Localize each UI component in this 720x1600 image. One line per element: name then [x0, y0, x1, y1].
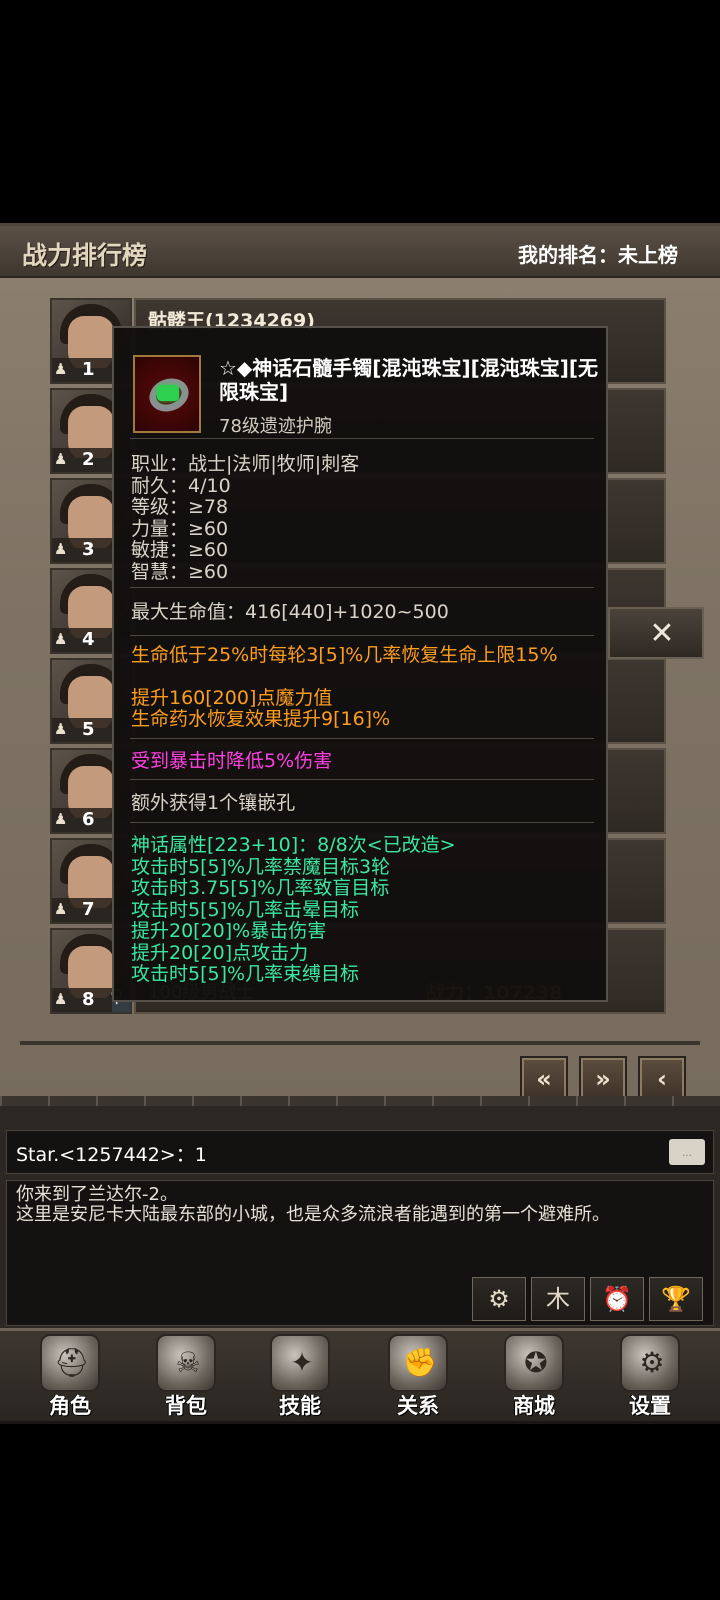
- requirement-line: 力量：≥60: [131, 517, 229, 540]
- rank-tag: ♟ 4: [52, 628, 112, 652]
- game-screen: 战力排行榜 我的排名：未上榜 ♟ 1 骷髅王(1234269) ♟ 2 ♟ 3 ♟ 4 ♟ 5 ♟ 6 ♟…: [0, 0, 720, 1600]
- menu-item-4[interactable]: ✪ 商城: [484, 1334, 584, 1420]
- menu-item-0[interactable]: ⛑ 角色: [20, 1334, 120, 1420]
- mythic-stat: 攻击时5[5]%几率禁魔目标3轮: [131, 855, 391, 878]
- ranking-title: 战力排行榜: [22, 241, 148, 270]
- base-stat: 最大生命值：416[440]+1020~500: [131, 601, 449, 623]
- rank-number: 6: [82, 809, 95, 830]
- separator: [130, 587, 594, 588]
- separator: [130, 738, 594, 739]
- menu-label: 背包: [165, 1394, 207, 1418]
- alarm-clock-icon[interactable]: ⏰: [590, 1277, 644, 1321]
- chat-bubble-icon[interactable]: ...: [669, 1139, 705, 1165]
- chest-icon: ✪: [504, 1334, 564, 1392]
- podium-icon: ♟: [54, 630, 68, 648]
- menu-item-3[interactable]: ✊ 关系: [368, 1334, 468, 1420]
- menu-label: 角色: [49, 1394, 91, 1418]
- mythic-stat: 攻击时5[5]%几率击晕目标: [131, 898, 360, 921]
- podium-icon: ♟: [54, 720, 68, 738]
- menu-item-5[interactable]: ⚙ 设置: [600, 1334, 700, 1420]
- spellbook-icon: ✦: [270, 1334, 330, 1392]
- helmet-icon: ⛑: [40, 1334, 100, 1392]
- requirement-line: 智慧：≥60: [131, 560, 229, 583]
- bonus-stat: 生命低于25%时每轮3[5]%几率恢复生命上限15%: [131, 644, 558, 666]
- podium-icon: ♟: [54, 990, 68, 1008]
- bracelet-icon: [133, 355, 201, 433]
- separator: [130, 822, 594, 823]
- gear-cross-icon[interactable]: ⚙: [472, 1277, 526, 1321]
- separator: [130, 635, 594, 636]
- item-type: 78级遗迹护腕: [219, 416, 332, 437]
- backpack-icon: ☠: [156, 1334, 216, 1392]
- sword-icon[interactable]: 木: [531, 1277, 585, 1321]
- menu-label: 关系: [397, 1394, 439, 1418]
- chest-icon-glyph: ✪: [524, 1346, 548, 1379]
- spellbook-icon-glyph: ✦: [290, 1346, 314, 1379]
- my-rank-value: 未上榜: [618, 243, 678, 267]
- separator: [130, 438, 594, 439]
- menu-label: 技能: [279, 1394, 321, 1418]
- podium-icon: ♟: [54, 540, 68, 558]
- menu-label: 设置: [629, 1394, 671, 1418]
- mythic-stat: 提升20[20]%暴击伤害: [131, 920, 327, 942]
- chat-message-line: 你来到了兰达尔-2。: [16, 1184, 178, 1205]
- requirement-line: 敏捷：≥60: [131, 539, 229, 561]
- handshake-icon-glyph: ✊: [402, 1346, 438, 1379]
- rank-tag: ♟ 3: [52, 538, 112, 562]
- rank-tag: ♟ 8: [52, 988, 112, 1012]
- divider: [20, 1041, 700, 1045]
- close-button[interactable]: ✕: [640, 612, 684, 656]
- handshake-icon: ✊: [388, 1334, 448, 1392]
- podium-icon: ♟: [54, 810, 68, 828]
- my-rank-label: 我的排名：: [518, 243, 618, 267]
- rank-tag: ♟ 6: [52, 808, 112, 832]
- rank-number: 8: [82, 989, 95, 1010]
- rank-number: 5: [82, 719, 95, 740]
- menu-label: 商城: [513, 1394, 555, 1418]
- rank-tag: ♟ 2: [52, 448, 112, 472]
- socket-stat: 额外获得1个镶嵌孔: [131, 792, 296, 814]
- mythic-stat: 攻击时3.75[5]%几率致盲目标: [131, 877, 390, 899]
- rank-number: 2: [82, 449, 95, 470]
- podium-icon: ♟: [54, 360, 68, 378]
- chat-resize-bar[interactable]: [0, 1096, 720, 1106]
- bracelet-gem: [157, 385, 179, 401]
- mythic-stat: 提升20[20]点攻击力: [131, 941, 309, 964]
- bonus-stat: 提升160[200]点魔力值: [131, 687, 333, 709]
- my-rank: 我的排名：未上榜: [518, 239, 678, 268]
- menu-item-2[interactable]: ✦ 技能: [250, 1334, 350, 1420]
- item-tooltip: ☆◆神话石髓手镯[混沌珠宝][混沌珠宝][无限珠宝] 78级遗迹护腕 最大生命值…: [112, 326, 608, 1002]
- ranking-header: 战力排行榜 我的排名：未上榜: [0, 226, 720, 278]
- requirement-line: 耐久：4/10: [131, 474, 231, 497]
- rank-tag: ♟ 1: [52, 358, 112, 382]
- helmet-icon-glyph: ⛑: [54, 1346, 90, 1379]
- rank-tag: ♟ 5: [52, 718, 112, 742]
- chat-input-text: Star.<1257442>：1: [16, 1144, 207, 1166]
- mythic-stat: 攻击时5[5]%几率束缚目标: [131, 963, 360, 985]
- rank-number: 4: [82, 629, 95, 650]
- magenta-stat: 受到暴击时降低5%伤害: [131, 750, 333, 772]
- requirement-line: 等级：≥78: [131, 496, 229, 518]
- backpack-icon-glyph: ☠: [175, 1346, 201, 1379]
- menu-item-1[interactable]: ☠ 背包: [136, 1334, 236, 1420]
- gears-icon: ⚙: [620, 1334, 680, 1392]
- mythic-stat: 神话属性[223+10]：8/8次<已改造>: [131, 834, 456, 856]
- rank-number: 1: [82, 359, 95, 380]
- item-name: ☆◆神话石髓手镯[混沌珠宝][混沌珠宝][无限珠宝]: [219, 356, 599, 404]
- rank-tag: ♟ 7: [52, 898, 112, 922]
- podium-icon: ♟: [54, 900, 68, 918]
- podium-icon: ♟: [54, 450, 68, 468]
- gears-icon-glyph: ⚙: [639, 1346, 665, 1379]
- rank-number: 7: [82, 899, 95, 920]
- chat-message: 你来到了兰达尔-2。 这里是安尼卡大陆最东部的小城，也是众多流浪者能遇到的第一个避…: [16, 1185, 686, 1225]
- chat-message-line: 这里是安尼卡大陆最东部的小城，也是众多流浪者能遇到的第一个避难所。: [16, 1204, 610, 1225]
- bonus-stat: 生命药水恢复效果提升9[16]%: [131, 708, 391, 730]
- trophy-icon[interactable]: 🏆: [649, 1277, 703, 1321]
- separator: [130, 779, 594, 780]
- chat-input[interactable]: Star.<1257442>：1 ...: [6, 1130, 714, 1174]
- requirement-line: 职业：战士|法师|牧师|刺客: [131, 453, 360, 475]
- rank-number: 3: [82, 539, 95, 560]
